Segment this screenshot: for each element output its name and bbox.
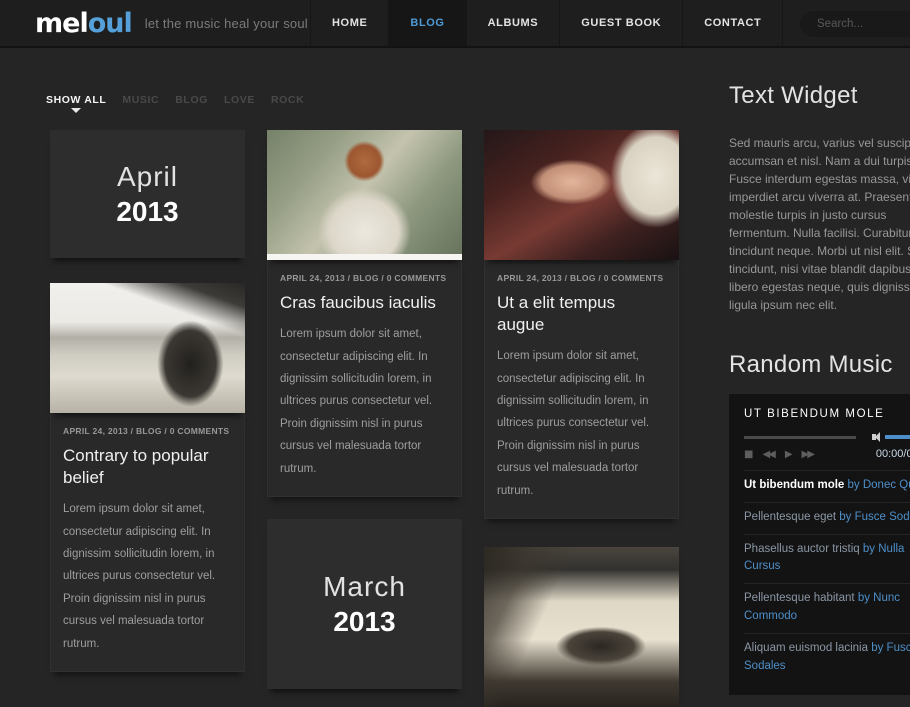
playlist-item[interactable]: Pellentesque eget by Fusce Sodales xyxy=(744,502,910,534)
logo-text-blue: oul xyxy=(88,8,132,39)
category-filter-bar: SHOW ALL MUSIC BLOG LOVE ROCK xyxy=(46,94,304,106)
track-artist-link[interactable]: by Donec Quis xyxy=(848,479,910,491)
post-meta[interactable]: APRIL 24, 2013 / BLOG / 0 COMMENTS xyxy=(280,273,449,283)
random-music-title: Random Music xyxy=(729,351,910,379)
archive-year: 2013 xyxy=(333,606,395,638)
playlist-item[interactable]: Aliquam euismod lacinia by Fusce Sodales xyxy=(744,633,910,683)
masonry-column-1: April 2013 APRIL 24, 2013 / BLOG / 0 COM… xyxy=(50,130,245,672)
current-track-title: UT BIBENDUM MOLE xyxy=(744,408,910,420)
speaker-icon[interactable] xyxy=(872,432,880,442)
archive-month: March xyxy=(323,571,406,603)
post-meta[interactable]: APRIL 24, 2013 / BLOG / 0 COMMENTS xyxy=(497,273,666,283)
post-title[interactable]: Ut a elit tempus augue xyxy=(497,292,666,336)
track-name: Aliquam euismod lacinia xyxy=(744,642,868,654)
archive-date-card-april: April 2013 xyxy=(50,130,245,258)
play-icon[interactable]: ▶ xyxy=(785,449,791,460)
post-card: APRIL 24, 2013 / BLOG / 0 COMMENTS Cras … xyxy=(267,130,462,497)
logo-text-white: mel xyxy=(35,8,88,39)
post-title[interactable]: Cras faucibus iaculis xyxy=(280,292,449,314)
progress-bar[interactable] xyxy=(744,436,856,439)
nav-item-albums[interactable]: ALBUMS xyxy=(466,0,560,46)
filter-love[interactable]: LOVE xyxy=(224,94,255,106)
filter-blog[interactable]: BLOG xyxy=(175,94,208,106)
post-text-block: APRIL 24, 2013 / BLOG / 0 COMMENTS Ut a … xyxy=(484,260,679,519)
playlist-item[interactable]: Pellentesque habitant by Nunc Commodo xyxy=(744,583,910,633)
filter-music[interactable]: MUSIC xyxy=(122,94,159,106)
site-tagline: let the music heal your soul xyxy=(145,16,308,31)
redhead-back-tattoo-photo[interactable] xyxy=(267,130,462,260)
archive-month: April xyxy=(117,161,178,193)
post-text-block: APRIL 24, 2013 / BLOG / 0 COMMENTS Cras … xyxy=(267,260,462,497)
sidebar: Text Widget Sed mauris arcu, varius vel … xyxy=(729,82,910,695)
post-text-block: APRIL 24, 2013 / BLOG / 0 COMMENTS Contr… xyxy=(50,413,245,672)
playlist-item[interactable]: Phasellus auctor tristiq by Nulla Cursus xyxy=(744,534,910,584)
post-title[interactable]: Contrary to popular belief xyxy=(63,445,232,489)
nav-item-contact[interactable]: CONTACT xyxy=(682,0,783,46)
nav-item-home[interactable]: HOME xyxy=(310,0,388,46)
search-input[interactable] xyxy=(800,11,910,37)
music-player: UT BIBENDUM MOLE ■ ◀◀ ▶ ▶▶ 00:00/00:00 U… xyxy=(729,394,910,695)
track-name: Pellentesque habitant xyxy=(744,592,855,604)
player-controls-row: ■ ◀◀ ▶ ▶▶ 00:00/00:00 xyxy=(744,448,910,460)
archive-date-card-march: March 2013 xyxy=(267,519,462,689)
track-name: Pellentesque eget xyxy=(744,511,836,523)
filter-rock[interactable]: ROCK xyxy=(271,94,304,106)
post-excerpt: Lorem ipsum dolor sit amet, consectetur … xyxy=(497,345,666,502)
nav-item-blog[interactable]: BLOG xyxy=(388,0,465,46)
reclining-woman-couch-photo[interactable] xyxy=(484,130,679,260)
track-time: 00:00/00:00 xyxy=(876,448,910,460)
masonry-column-2: APRIL 24, 2013 / BLOG / 0 COMMENTS Cras … xyxy=(267,130,462,689)
track-name: Ut bibendum mole xyxy=(744,479,844,491)
main-nav: HOME BLOG ALBUMS GUEST BOOK CONTACT xyxy=(310,0,783,46)
track-artist-link[interactable]: by Fusce Sodales xyxy=(839,511,910,523)
masonry-column-3: APRIL 24, 2013 / BLOG / 0 COMMENTS Ut a … xyxy=(484,130,679,707)
site-logo[interactable]: meloul xyxy=(35,8,132,39)
post-excerpt: Lorem ipsum dolor sit amet, consectetur … xyxy=(280,323,449,480)
filter-show-all[interactable]: SHOW ALL xyxy=(46,94,106,106)
archive-year: 2013 xyxy=(116,196,178,228)
stop-icon[interactable]: ■ xyxy=(744,449,751,460)
nav-item-guest-book[interactable]: GUEST BOOK xyxy=(559,0,682,46)
post-card: APRIL 24, 2013 / BLOG / 0 COMMENTS Ut a … xyxy=(484,130,679,519)
text-widget-body: Sed mauris arcu, varius vel suscipit in,… xyxy=(729,134,910,314)
forward-icon[interactable]: ▶▶ xyxy=(802,449,813,460)
text-widget-title: Text Widget xyxy=(729,82,910,110)
header-bar: meloul let the music heal your soul HOME… xyxy=(0,0,910,48)
post-excerpt: Lorem ipsum dolor sit amet, consectetur … xyxy=(63,498,232,655)
playlist: Ut bibendum mole by Donec Quis Pellentes… xyxy=(744,470,910,683)
player-progress-row xyxy=(744,433,910,441)
speaker-cone xyxy=(875,432,880,442)
track-name: Phasellus auctor tristiq xyxy=(744,543,860,555)
post-meta[interactable]: APRIL 24, 2013 / BLOG / 0 COMMENTS xyxy=(63,426,232,436)
rewind-icon[interactable]: ◀◀ xyxy=(762,449,773,460)
volume-slider[interactable] xyxy=(885,435,910,439)
player-controls: ■ ◀◀ ▶ ▶▶ xyxy=(744,449,813,460)
playlist-item[interactable]: Ut bibendum mole by Donec Quis xyxy=(744,470,910,502)
skateboard-girl-bw-photo[interactable] xyxy=(50,283,245,413)
post-card: APRIL 24, 2013 / BLOG / 0 COMMENTS Contr… xyxy=(50,283,245,672)
bw-portrait-photo[interactable] xyxy=(484,547,679,707)
